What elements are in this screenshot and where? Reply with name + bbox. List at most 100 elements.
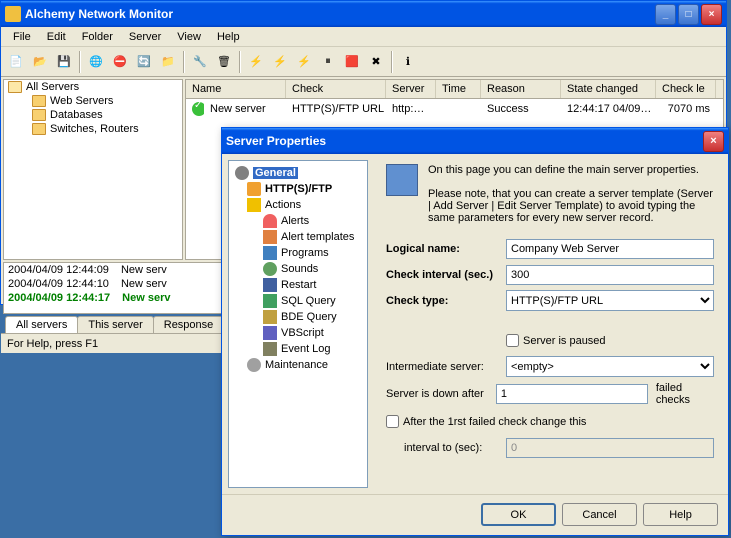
check-type-select[interactable]: HTTP(S)/FTP URL <box>506 290 714 311</box>
list-header: NameCheckServerTimeReasonState changedCh… <box>186 80 723 99</box>
prog-icon <box>263 246 277 260</box>
tb-pause-icon[interactable]: ⏸ <box>317 51 339 73</box>
tree-item[interactable]: Switches, Routers <box>4 122 182 136</box>
intermediate-select[interactable]: <empty> <box>506 356 714 377</box>
help-button[interactable]: Help <box>643 503 718 526</box>
app-title: Alchemy Network Monitor <box>25 7 655 21</box>
tb-stop-icon[interactable]: 🟥 <box>341 51 363 73</box>
tree-root-label: All Servers <box>26 81 79 93</box>
dialog-close-button[interactable]: × <box>703 131 724 152</box>
toolbar: 📄 📂 💾 🌐 ⛔ 🔄 📁 🔧 🗑 ⚡ ⚡ ⚡ ⏸ 🟥 ✖ ℹ <box>1 47 726 77</box>
tb-info-icon[interactable]: ℹ <box>397 51 419 73</box>
menu-file[interactable]: File <box>5 29 39 45</box>
tb-new-icon[interactable]: 📄 <box>5 51 27 73</box>
ok-button[interactable]: OK <box>481 503 556 526</box>
tb-check-icon[interactable]: ⚡ <box>245 51 267 73</box>
down-after-suffix: failed checks <box>656 382 714 406</box>
menu-folder[interactable]: Folder <box>74 29 121 45</box>
col-header[interactable]: Check <box>286 80 386 98</box>
dtree-vbscript[interactable]: VBScript <box>233 325 363 341</box>
col-header[interactable]: Reason <box>481 80 561 98</box>
cell-checkle: 7070 ms <box>656 102 716 116</box>
tree-root[interactable]: All Servers <box>4 80 182 94</box>
dtree-bde-query[interactable]: BDE Query <box>233 309 363 325</box>
minimize-button[interactable]: _ <box>655 4 676 25</box>
dialog-title: Server Properties <box>226 134 703 148</box>
gear-icon <box>235 166 249 180</box>
menu-help[interactable]: Help <box>209 29 248 45</box>
maint-icon <box>247 358 261 372</box>
down-after-input[interactable] <box>496 384 648 404</box>
server-paused-checkbox[interactable] <box>506 334 519 347</box>
col-header[interactable]: State changed <box>561 80 656 98</box>
dtree-http-s-ftp[interactable]: HTTP(S)/FTP <box>233 181 363 197</box>
check-interval-input[interactable] <box>506 265 714 285</box>
tb-save-icon[interactable]: 💾 <box>53 51 75 73</box>
cell-time <box>436 108 481 110</box>
tb-check-all-icon[interactable]: ⚡ <box>269 51 291 73</box>
tmpl-icon <box>263 230 277 244</box>
menu-view[interactable]: View <box>169 29 209 45</box>
sound-icon <box>263 262 277 276</box>
col-header[interactable]: Server <box>386 80 436 98</box>
dtree-programs[interactable]: Programs <box>233 245 363 261</box>
dtree-maintenance[interactable]: Maintenance <box>233 357 363 373</box>
folder-icon <box>32 123 46 135</box>
cancel-button[interactable]: Cancel <box>562 503 637 526</box>
after-failed-checkbox[interactable] <box>386 415 399 428</box>
server-tree[interactable]: All Servers Web ServersDatabasesSwitches… <box>3 79 183 260</box>
status-ok-icon <box>192 102 204 116</box>
menubar: FileEditFolderServerViewHelp <box>1 27 726 47</box>
maximize-button[interactable]: □ <box>678 4 699 25</box>
col-header[interactable]: Check le <box>656 80 716 98</box>
server-properties-dialog: Server Properties × GeneralHTTP(S)/FTPAc… <box>221 127 729 536</box>
tb-clear-icon[interactable]: ✖ <box>365 51 387 73</box>
tab-response[interactable]: Response <box>153 316 225 333</box>
folder-icon <box>32 109 46 121</box>
tb-folder-icon[interactable]: 📁 <box>157 51 179 73</box>
tree-item[interactable]: Web Servers <box>4 94 182 108</box>
tab-all-servers[interactable]: All servers <box>5 316 78 333</box>
dtree-alert-templates[interactable]: Alert templates <box>233 229 363 245</box>
bell-icon <box>263 214 277 228</box>
tb-check-group-icon[interactable]: ⚡ <box>293 51 315 73</box>
dialog-titlebar: Server Properties × <box>222 128 728 154</box>
list-row[interactable]: New server HTTP(S)/FTP URL http:… Succes… <box>186 99 723 119</box>
app-icon <box>5 6 21 22</box>
toolbar-separator <box>79 51 81 73</box>
intermediate-label: Intermediate server: <box>386 361 506 373</box>
dtree-restart[interactable]: Restart <box>233 277 363 293</box>
tb-props-icon[interactable]: 🔧 <box>189 51 211 73</box>
dtree-alerts[interactable]: Alerts <box>233 213 363 229</box>
tb-remove-server-icon[interactable]: ⛔ <box>109 51 131 73</box>
menu-edit[interactable]: Edit <box>39 29 74 45</box>
cell-name: New server <box>204 102 286 116</box>
tb-delete-icon[interactable]: 🗑 <box>213 51 235 73</box>
tree-item[interactable]: Databases <box>4 108 182 122</box>
dialog-form: On this page you can define the main ser… <box>372 154 728 494</box>
toolbar-separator <box>183 51 185 73</box>
dtree-event-log[interactable]: Event Log <box>233 341 363 357</box>
col-header[interactable]: Time <box>436 80 481 98</box>
dtree-sql-query[interactable]: SQL Query <box>233 293 363 309</box>
dialog-tree[interactable]: GeneralHTTP(S)/FTPActionsAlertsAlert tem… <box>228 160 368 488</box>
dtree-actions[interactable]: Actions <box>233 197 363 213</box>
close-button[interactable]: × <box>701 4 722 25</box>
bde-icon <box>263 310 277 324</box>
status-text: For Help, press F1 <box>7 338 98 350</box>
col-header[interactable]: Name <box>186 80 286 98</box>
menu-server[interactable]: Server <box>121 29 169 45</box>
dtree-general[interactable]: General <box>233 165 363 181</box>
toolbar-separator <box>391 51 393 73</box>
tb-add-server-icon[interactable]: 🌐 <box>85 51 107 73</box>
tb-refresh-icon[interactable]: 🔄 <box>133 51 155 73</box>
check-type-label: Check type: <box>386 295 506 307</box>
server-paused-label: Server is paused <box>523 335 606 347</box>
dtree-sounds[interactable]: Sounds <box>233 261 363 277</box>
tab-this-server[interactable]: This server <box>77 316 153 333</box>
folder-icon <box>32 95 46 107</box>
toolbar-separator <box>239 51 241 73</box>
logical-name-input[interactable] <box>506 239 714 259</box>
restart-icon <box>263 278 277 292</box>
tb-open-icon[interactable]: 📂 <box>29 51 51 73</box>
